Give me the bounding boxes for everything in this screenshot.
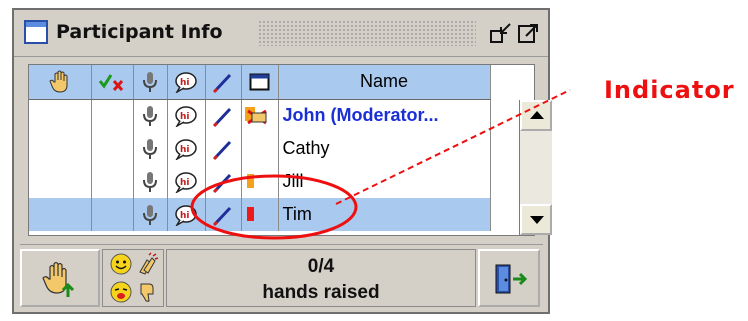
- annotation-ellipse: [190, 174, 358, 240]
- annotation-pointer: [335, 89, 571, 205]
- annotation-overlay: [190, 89, 571, 240]
- annotation-label: Indicator: [604, 76, 735, 104]
